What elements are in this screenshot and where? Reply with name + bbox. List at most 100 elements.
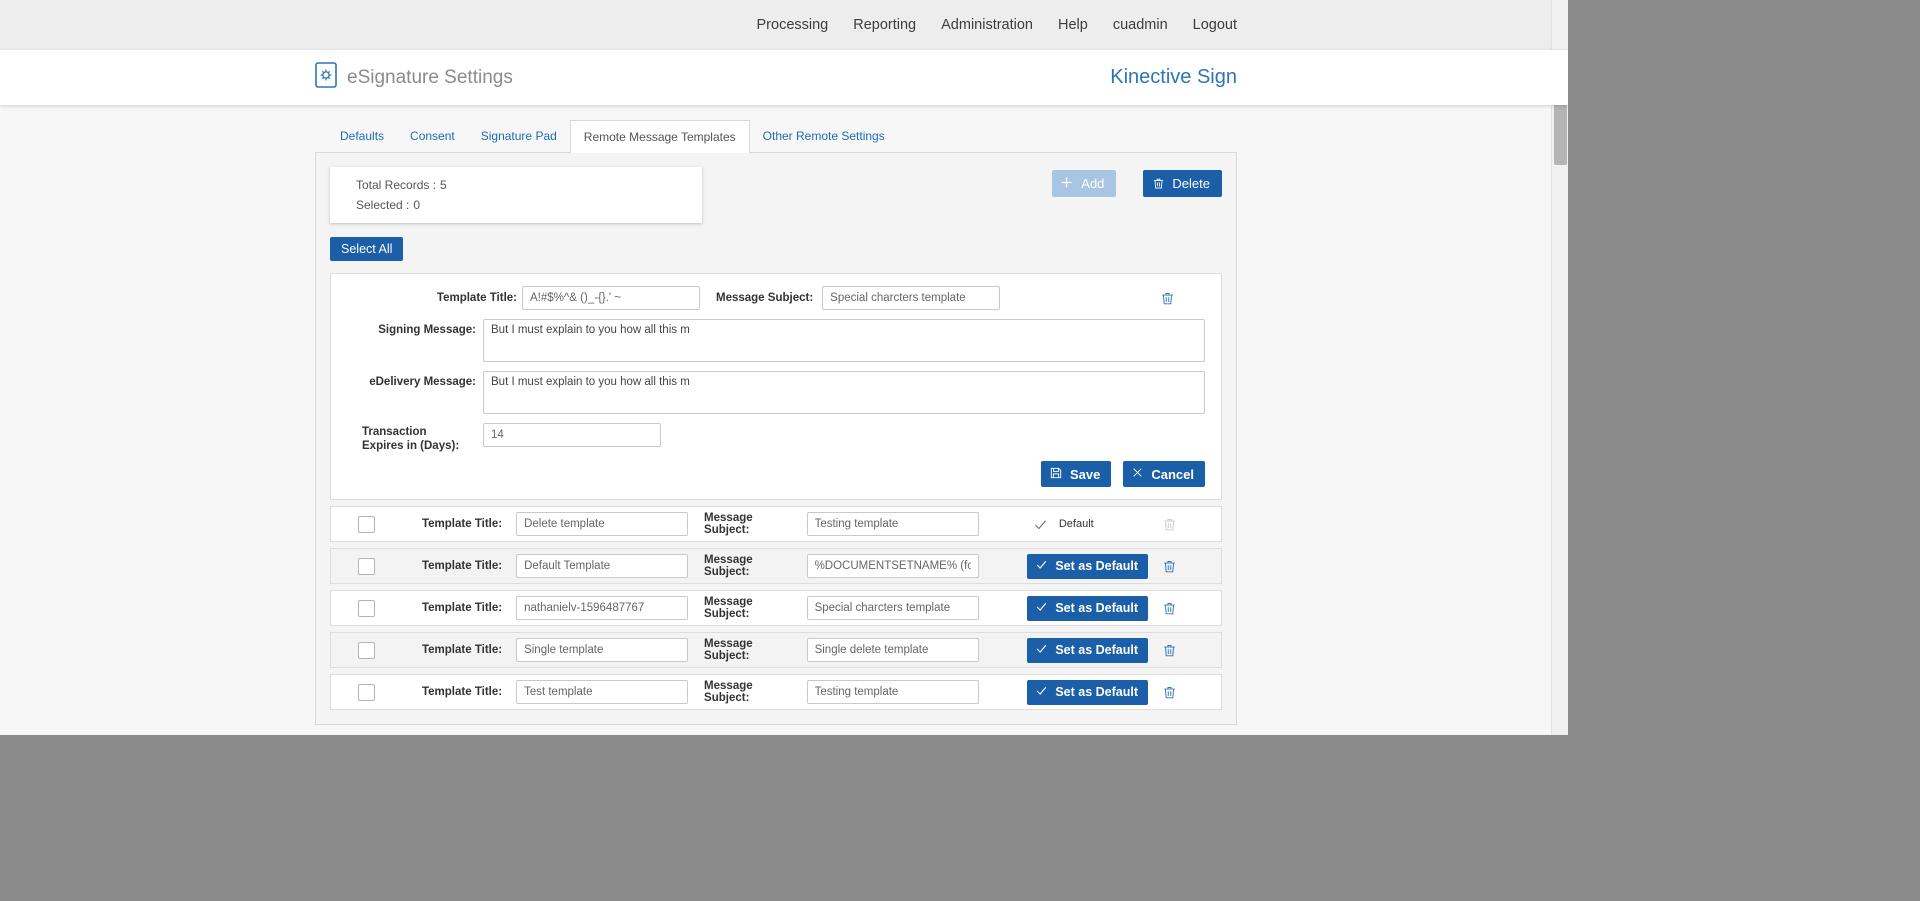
set-as-default-button[interactable]: Set as Default: [1027, 596, 1148, 621]
save-button[interactable]: Save: [1041, 461, 1111, 487]
message-subject-input[interactable]: [807, 596, 979, 620]
message-subject-label: Message Subject:: [704, 512, 798, 536]
table-row: Template Title: Message Subject: Default: [330, 590, 1222, 626]
row-action-area: Default Set as Default: [979, 680, 1148, 705]
message-subject-label: Message Subject:: [704, 680, 798, 704]
template-title-input[interactable]: [516, 638, 688, 662]
brand-name: Kinective Sign: [1110, 66, 1237, 89]
table-row: Template Title: Message Subject: Default: [330, 548, 1222, 584]
row-checkbox[interactable]: [358, 600, 375, 617]
delete-button[interactable]: Delete: [1143, 170, 1222, 197]
message-subject-input[interactable]: [822, 286, 1000, 310]
trash-icon: [1152, 176, 1165, 191]
tab[interactable]: Signature Pad: [468, 120, 570, 152]
signing-message-textarea[interactable]: But I must explain to you how all this m: [483, 319, 1205, 362]
row-action-area: Default Set as Default: [979, 554, 1148, 579]
message-subject-input[interactable]: [807, 512, 979, 536]
check-icon: [1035, 600, 1048, 616]
template-title-label: Template Title:: [375, 518, 502, 530]
row-checkbox[interactable]: [358, 558, 375, 575]
cancel-button[interactable]: Cancel: [1123, 461, 1205, 487]
row-checkbox[interactable]: [358, 684, 375, 701]
message-subject-label: Message Subject:: [704, 596, 798, 620]
template-title-input[interactable]: [522, 286, 700, 310]
template-title-input[interactable]: [516, 512, 688, 536]
message-subject-label: Message Subject:: [716, 292, 813, 304]
row-checkbox[interactable]: [358, 516, 375, 533]
nav-item[interactable]: Administration: [941, 17, 1033, 33]
default-indicator: Default: [1033, 517, 1094, 532]
template-title-label: Template Title:: [375, 686, 502, 698]
template-rows: Template Title: Message Subject: Default: [330, 506, 1222, 710]
check-icon: [1035, 558, 1048, 574]
template-title-label: Template Title:: [375, 560, 502, 572]
tab[interactable]: Defaults: [327, 120, 397, 152]
expires-input[interactable]: [483, 423, 661, 447]
vertical-scrollbar[interactable]: [1551, 0, 1568, 735]
template-title-label: Template Title:: [375, 602, 502, 614]
set-as-default-label: Set as Default: [1055, 643, 1138, 657]
delete-template-icon[interactable]: [1160, 290, 1175, 307]
set-as-default-button[interactable]: Set as Default: [1027, 554, 1148, 579]
check-icon: [1035, 642, 1048, 658]
message-subject-input[interactable]: [807, 680, 979, 704]
tab[interactable]: Remote Message Templates: [570, 120, 750, 153]
plus-icon: [1059, 175, 1074, 193]
message-subject-input[interactable]: [807, 554, 979, 578]
save-icon: [1049, 466, 1063, 483]
nav-item[interactable]: Logout: [1193, 17, 1237, 33]
template-editor: Template Title: Message Subject: Signing…: [330, 273, 1222, 500]
top-navigation-items: Processing Reporting Administration Help cua…: [315, 0, 1237, 50]
delete-row-icon[interactable]: [1162, 558, 1177, 575]
page-title-group: eSignature Settings: [315, 62, 513, 94]
table-row: Template Title: Message Subject: Default: [330, 674, 1222, 710]
set-as-default-label: Set as Default: [1055, 601, 1138, 615]
main-content: DefaultsConsentSignature PadRemote Messa…: [0, 105, 1568, 725]
top-navigation: Processing Reporting Administration Help cua…: [0, 0, 1568, 50]
page-title: eSignature Settings: [347, 67, 513, 89]
nav-item[interactable]: Reporting: [853, 17, 916, 33]
cancel-button-label: Cancel: [1151, 467, 1194, 482]
delete-row-icon[interactable]: [1162, 516, 1177, 533]
set-as-default-label: Set as Default: [1055, 685, 1138, 699]
tab-bar: DefaultsConsentSignature PadRemote Messa…: [327, 120, 1237, 152]
row-action-area: Default Set as Default: [979, 596, 1148, 621]
edelivery-message-textarea[interactable]: But I must explain to you how all this m: [483, 371, 1205, 414]
template-title-input[interactable]: [516, 596, 688, 620]
records-summary: Total Records : 5 Selected : 0: [330, 167, 702, 223]
selected-label: Selected :: [356, 195, 409, 215]
edelivery-message-label: eDelivery Message:: [347, 371, 476, 388]
check-icon: [1035, 684, 1048, 700]
set-as-default-button[interactable]: Set as Default: [1027, 680, 1148, 705]
select-all-button[interactable]: Select All: [330, 237, 403, 261]
row-action-area: Default Set as Default: [979, 517, 1148, 532]
delete-row-icon[interactable]: [1162, 642, 1177, 659]
templates-panel: Total Records : 5 Selected : 0: [315, 152, 1237, 725]
tab[interactable]: Other Remote Settings: [750, 120, 898, 152]
document-gear-icon: [315, 62, 337, 94]
nav-item[interactable]: Processing: [757, 17, 829, 33]
template-title-label: Template Title:: [375, 644, 502, 656]
delete-row-icon[interactable]: [1162, 600, 1177, 617]
delete-row-icon[interactable]: [1162, 684, 1177, 701]
set-as-default-button[interactable]: Set as Default: [1027, 638, 1148, 663]
template-title-input[interactable]: [516, 554, 688, 578]
nav-item[interactable]: cuadmin: [1113, 17, 1168, 33]
nav-item[interactable]: Help: [1058, 17, 1088, 33]
row-checkbox[interactable]: [358, 642, 375, 659]
message-subject-label: Message Subject:: [704, 638, 798, 662]
template-title-label: Template Title:: [347, 292, 517, 304]
delete-button-label: Delete: [1172, 176, 1210, 191]
row-action-area: Default Set as Default: [979, 638, 1148, 663]
close-icon: [1131, 466, 1144, 482]
table-row: Template Title: Message Subject: Default: [330, 632, 1222, 668]
table-row: Template Title: Message Subject: Default: [330, 506, 1222, 542]
set-as-default-label: Set as Default: [1055, 559, 1138, 573]
tab[interactable]: Consent: [397, 120, 468, 152]
selected-value: 0: [413, 195, 420, 215]
add-button-label: Add: [1081, 176, 1104, 191]
message-subject-input[interactable]: [807, 638, 979, 662]
add-button[interactable]: Add: [1052, 170, 1116, 197]
template-title-input[interactable]: [516, 680, 688, 704]
message-subject-label: Message Subject:: [704, 554, 798, 578]
